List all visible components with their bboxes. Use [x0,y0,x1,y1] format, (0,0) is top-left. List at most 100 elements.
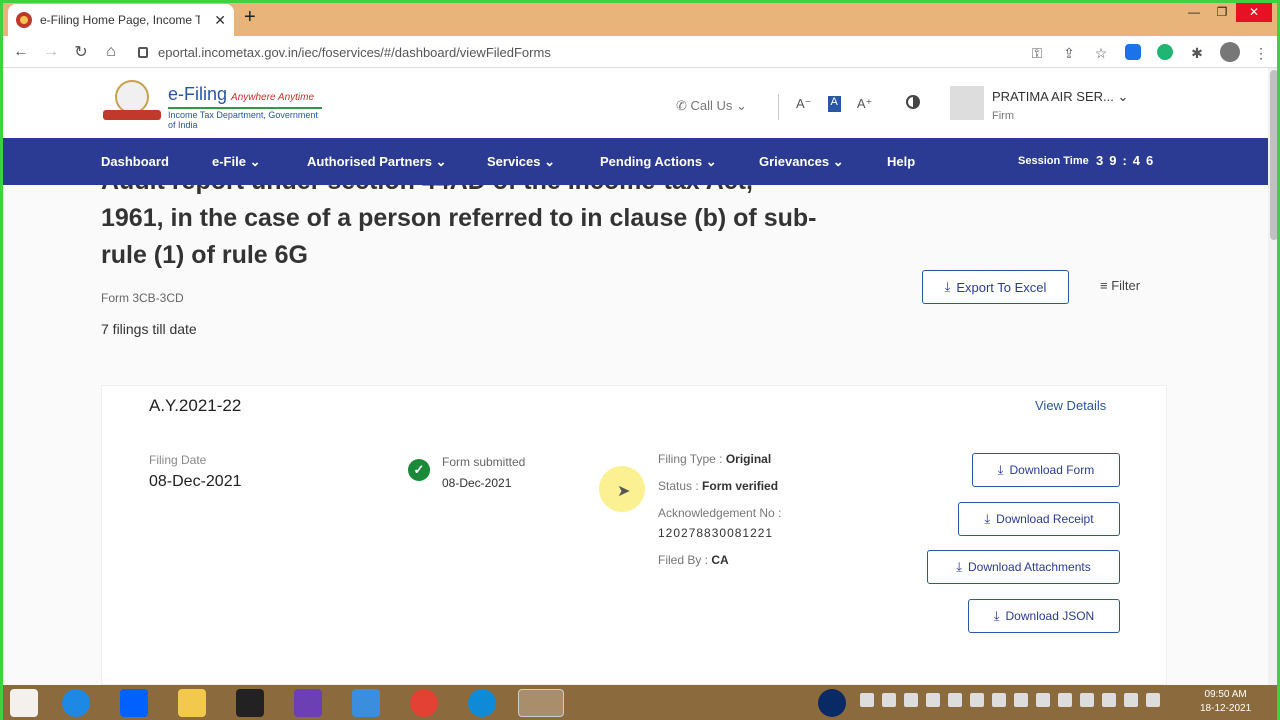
tray-icon[interactable] [1080,693,1094,707]
bookmark-star-icon[interactable]: ☆ [1092,45,1110,62]
nav-grievances[interactable]: Grievances ⌄ [759,154,844,170]
back-icon[interactable]: ← [6,43,36,61]
ack-number: 120278830081221 [658,526,774,540]
main-content: Audit report under section 44AD of the I… [0,185,1268,685]
share-icon[interactable]: ⇪ [1060,45,1078,62]
system-clock[interactable]: 09:50 AM 18-12-2021 [1200,688,1251,716]
download-json-button[interactable]: ⤓ Download JSON [968,599,1120,633]
nav-pending-actions[interactable]: Pending Actions ⌄ [600,154,717,170]
dropbox-icon[interactable] [120,689,148,717]
font-normal-button[interactable]: A [827,96,841,112]
tray-icon[interactable] [1058,693,1072,707]
download-icon: ⤓ [984,511,991,526]
session-time-label: Session Time [1018,155,1089,167]
contrast-toggle-icon[interactable] [906,95,920,109]
extension-blue-icon[interactable] [1124,44,1142,63]
close-window-icon[interactable]: ✕ [1236,2,1272,22]
scrollbar-thumb[interactable] [1270,70,1278,240]
close-tab-icon[interactable]: ✕ [214,12,226,29]
tray-icon[interactable] [1014,693,1028,707]
form-code: Form 3CB-3CD [101,291,184,305]
tray-icon[interactable] [1146,693,1160,707]
nav-dashboard[interactable]: Dashboard [101,154,169,169]
avatar[interactable] [950,86,984,120]
messenger-app-icon[interactable] [352,689,380,717]
download-attachments-button[interactable]: ⤓ Download Attachments [927,550,1120,584]
filed-by-label: Filed By : [658,553,712,567]
reload-icon[interactable]: ↻ [66,42,96,62]
system-tray [860,693,1160,707]
site-logo[interactable]: e-Filing Anywhere Anytime Income Tax Depa… [168,84,322,130]
internet-explorer-icon[interactable] [62,689,90,717]
submission-status: Form submitted [442,455,526,469]
tray-icon[interactable] [970,693,984,707]
windows-start-icon[interactable] [10,689,38,717]
forward-icon[interactable]: → [36,43,66,61]
view-details-link[interactable]: View Details [1035,398,1106,413]
nav-services[interactable]: Services ⌄ [487,154,555,170]
tab-title: e-Filing Home Page, Income Tax [40,13,200,27]
nav-pending-actions-label: Pending Actions [600,154,703,169]
download-icon: ⤓ [956,559,962,574]
home-icon[interactable]: ⌂ [96,43,126,61]
filing-type-value: Original [725,452,772,466]
nav-efile[interactable]: e-File ⌄ [212,154,260,170]
tray-icon[interactable] [948,693,962,707]
help-question-icon[interactable] [818,689,846,717]
export-label: Export To Excel [956,279,1047,295]
browser-tab-bar: e-Filing Home Page, Income Tax ✕ + — ❐ ✕ [0,0,1280,36]
address-bar[interactable]: eportal.incometax.gov.in/iec/foservices/… [130,39,1120,65]
font-decrease-button[interactable]: A⁻ [796,96,812,112]
browser-menu-icon[interactable]: ⋮ [1252,45,1270,62]
tray-icon[interactable] [904,693,918,707]
main-navbar: Dashboard e-File ⌄ Authorised Partners ⌄… [0,138,1280,185]
file-explorer-icon[interactable] [178,689,206,717]
status-label: Status : [658,479,703,493]
font-size-controls: A⁻ A A⁺ [796,96,872,112]
filter-button[interactable]: ≡ Filter [1100,278,1140,293]
tray-icon[interactable] [882,693,896,707]
clock-time: 09:50 AM [1204,689,1247,700]
url-text: eportal.incometax.gov.in/iec/foservices/… [158,44,551,60]
check-circle-icon: ✓ [408,459,430,481]
filing-date-label: Filing Date [149,453,207,467]
profile-avatar-icon[interactable] [1220,42,1240,65]
tray-icon[interactable] [926,693,940,707]
chrome-active-icon[interactable] [518,689,564,717]
favicon-icon [16,12,32,28]
filing-type-label: Filing Type : [658,452,726,466]
visual-studio-icon[interactable] [294,689,322,717]
edge-icon[interactable] [468,689,496,717]
call-us-menu[interactable]: ✆ Call Us ⌄ [676,98,747,114]
font-increase-button[interactable]: A⁺ [857,96,873,112]
export-to-excel-button[interactable]: ⤓ Export To Excel [922,270,1069,304]
emblem-logo-icon[interactable] [103,80,161,124]
extensions-puzzle-icon[interactable]: ✱ [1188,45,1206,62]
download-receipt-button[interactable]: ⤓ Download Receipt [958,502,1120,536]
restore-icon[interactable]: ❐ [1208,2,1236,22]
nav-help[interactable]: Help [887,154,915,169]
tray-icon[interactable] [860,693,874,707]
tray-icon[interactable] [992,693,1006,707]
user-menu[interactable]: PRATIMA AIR SER... ⌄ [992,89,1128,105]
download-icon: ⤓ [997,462,1004,477]
filing-date-value: 08-Dec-2021 [149,473,242,490]
session-timer: 39:46 [1096,153,1160,168]
browser-tab[interactable]: e-Filing Home Page, Income Tax ✕ [8,4,234,36]
tray-icon[interactable] [1102,693,1116,707]
tray-icon[interactable] [1036,693,1050,707]
extension-green-icon[interactable] [1156,44,1174,63]
download-form-button[interactable]: ⤓ Download Form [972,453,1120,487]
page-scrollbar[interactable] [1268,68,1280,685]
key-icon[interactable]: ⚿ [1028,45,1046,62]
paint-app-icon[interactable] [236,689,264,717]
logo-title: e-Filing [168,84,228,104]
new-tab-icon[interactable]: + [244,6,256,29]
minimize-icon[interactable]: — [1180,2,1208,22]
nav-authorised-partners[interactable]: Authorised Partners ⌄ [307,154,447,170]
phone-icon: ✆ [676,98,691,113]
nav-efile-label: e-File [212,154,246,169]
tray-icon[interactable] [1124,693,1138,707]
download-json-label: Download JSON [1005,609,1095,623]
chrome-icon[interactable] [410,689,438,717]
